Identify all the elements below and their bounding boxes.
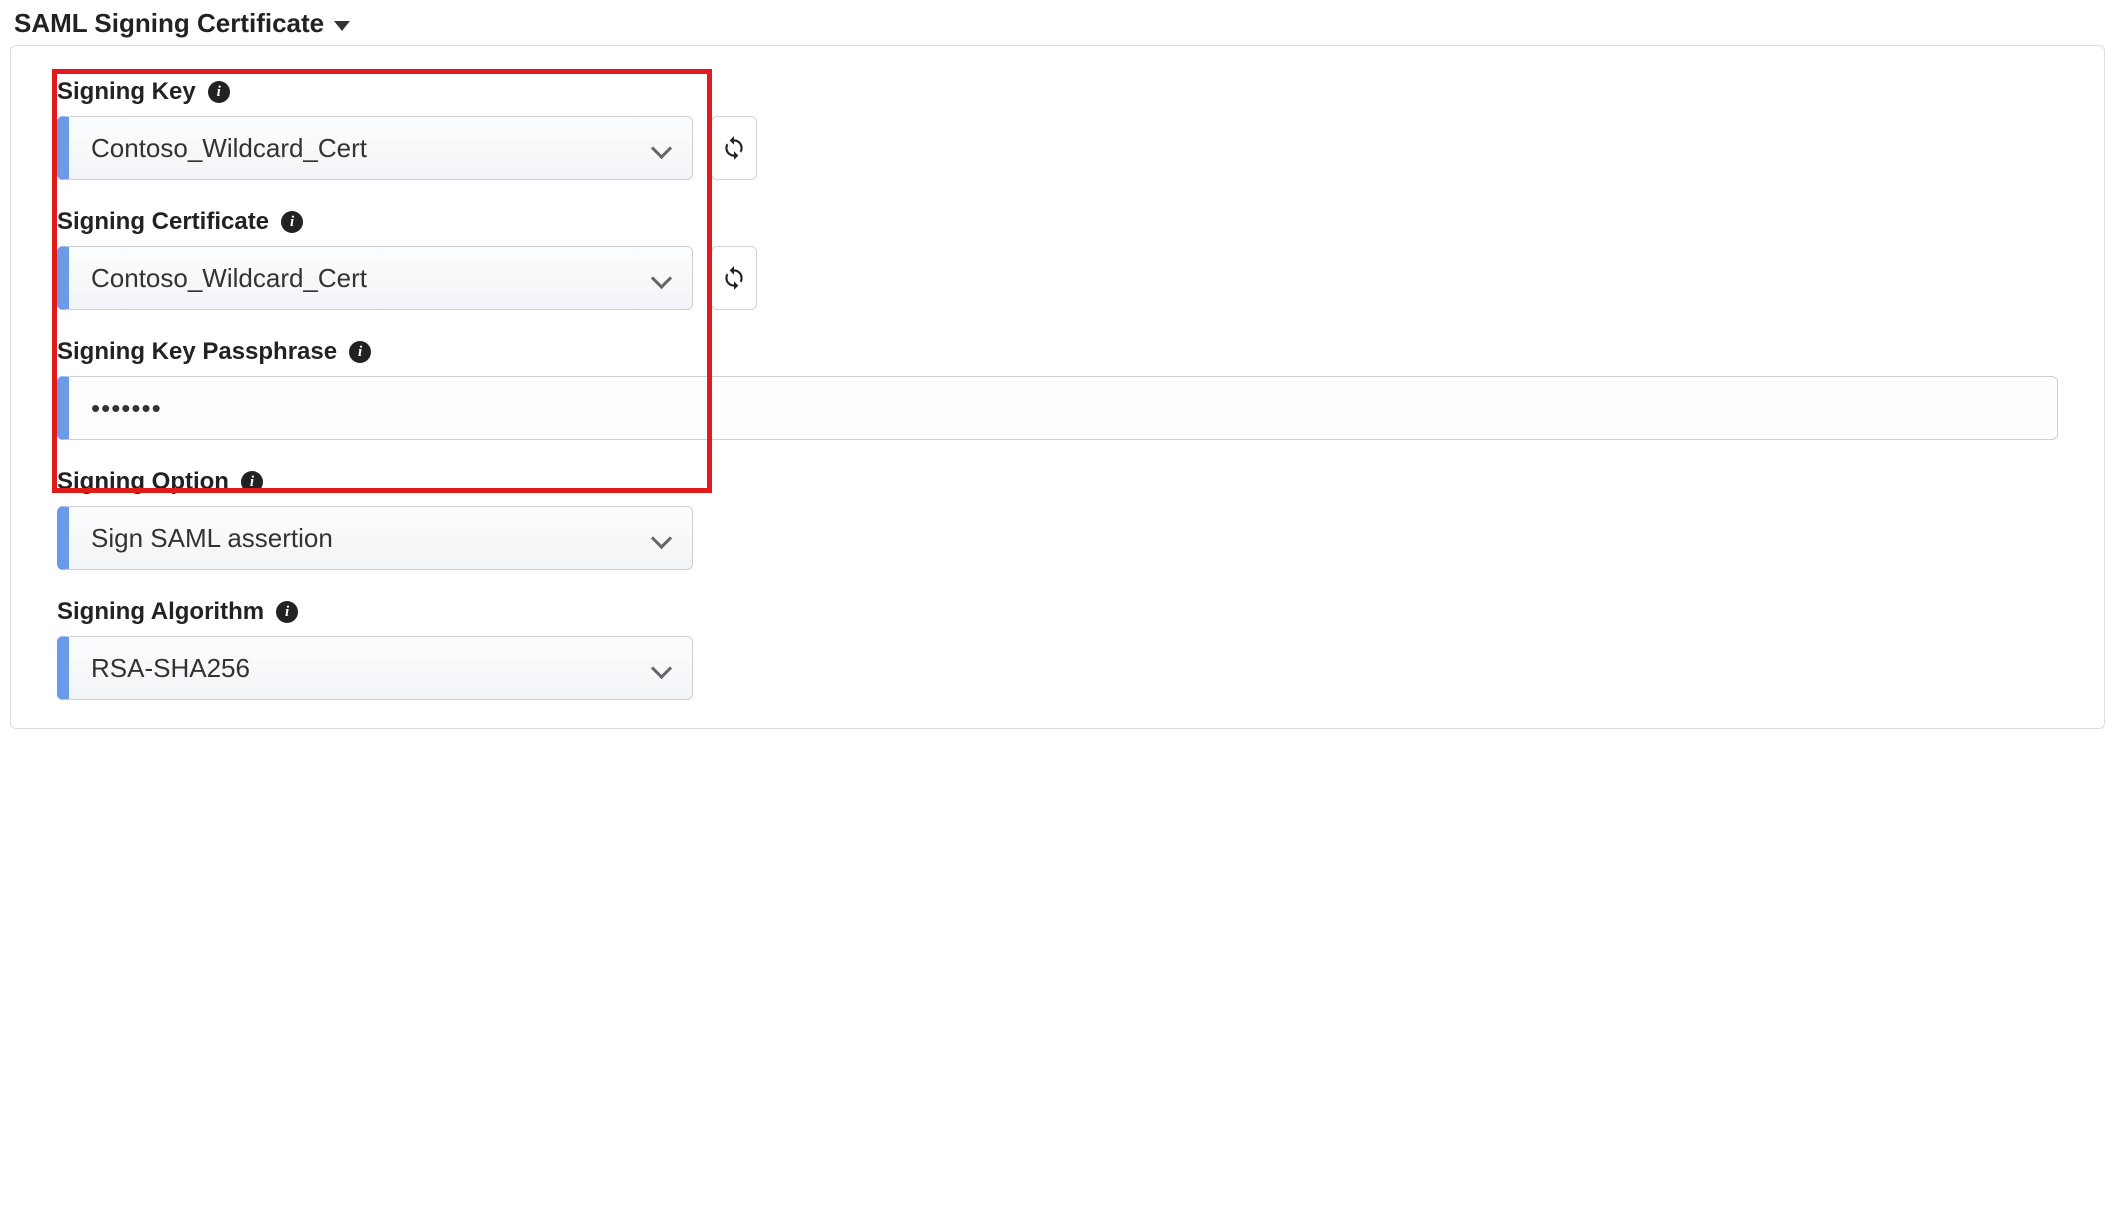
- signing-key-value: Contoso_Wildcard_Cert: [91, 133, 367, 164]
- signing-algorithm-label: Signing Algorithm: [57, 598, 264, 626]
- signing-passphrase-label: Signing Key Passphrase: [57, 338, 337, 366]
- chevron-down-icon: [652, 139, 670, 157]
- refresh-icon: [721, 265, 747, 291]
- saml-signing-panel: Signing Key i Contoso_Wildcard_Cert Sign…: [10, 45, 2105, 729]
- info-icon[interactable]: i: [349, 341, 371, 363]
- signing-passphrase-input[interactable]: •••••••: [57, 376, 2058, 440]
- signing-option-select[interactable]: Sign SAML assertion: [57, 506, 693, 570]
- signing-cert-label: Signing Certificate: [57, 208, 269, 236]
- info-icon[interactable]: i: [241, 471, 263, 493]
- refresh-icon: [721, 135, 747, 161]
- signing-cert-value: Contoso_Wildcard_Cert: [91, 263, 367, 294]
- info-icon[interactable]: i: [281, 211, 303, 233]
- info-icon[interactable]: i: [276, 601, 298, 623]
- info-icon[interactable]: i: [208, 81, 230, 103]
- signing-option-label: Signing Option: [57, 468, 229, 496]
- section-title: SAML Signing Certificate: [14, 8, 324, 39]
- caret-down-icon: [334, 21, 350, 31]
- signing-key-select[interactable]: Contoso_Wildcard_Cert: [57, 116, 693, 180]
- refresh-signing-key-button[interactable]: [711, 116, 757, 180]
- signing-algorithm-value: RSA-SHA256: [91, 653, 250, 684]
- signing-option-value: Sign SAML assertion: [91, 523, 333, 554]
- section-toggle[interactable]: SAML Signing Certificate: [10, 8, 2105, 39]
- signing-algorithm-select[interactable]: RSA-SHA256: [57, 636, 693, 700]
- chevron-down-icon: [652, 529, 670, 547]
- chevron-down-icon: [652, 269, 670, 287]
- refresh-signing-cert-button[interactable]: [711, 246, 757, 310]
- signing-passphrase-value: •••••••: [91, 393, 162, 424]
- signing-key-label: Signing Key: [57, 78, 196, 106]
- chevron-down-icon: [652, 659, 670, 677]
- signing-cert-select[interactable]: Contoso_Wildcard_Cert: [57, 246, 693, 310]
